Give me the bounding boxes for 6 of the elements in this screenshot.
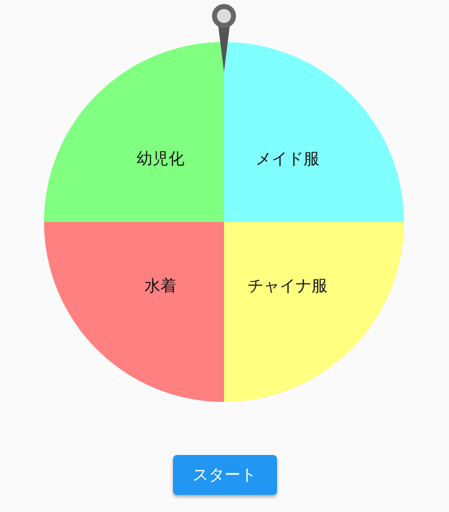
- slice-label: チャイナ服: [248, 276, 328, 296]
- slice-label: 水着: [144, 276, 176, 296]
- pointer-drawing: [212, 4, 236, 72]
- start-button[interactable]: スタート: [172, 455, 276, 495]
- slice-label: メイド服: [256, 148, 320, 168]
- slice-label: 幼児化: [136, 148, 184, 168]
